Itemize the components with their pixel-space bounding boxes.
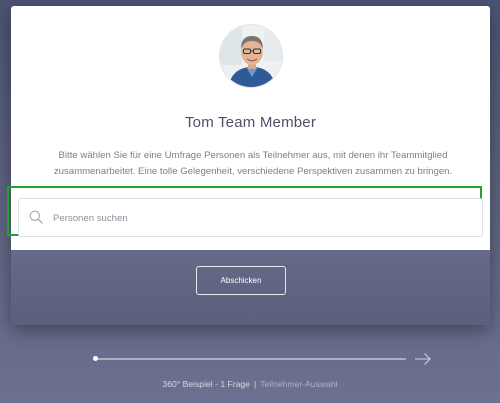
member-name: Tom Team Member bbox=[184, 114, 317, 131]
avatar-photo bbox=[220, 25, 282, 87]
current-step: Teilnehmer-Auswahl bbox=[260, 379, 338, 389]
search-input[interactable] bbox=[53, 204, 473, 232]
progress-bar bbox=[95, 358, 406, 360]
breadcrumb-separator: | bbox=[253, 379, 257, 389]
search-icon bbox=[29, 210, 43, 224]
avatar bbox=[219, 24, 283, 88]
instruction-text: Bitte wählen Sie für eine Umfrage Person… bbox=[53, 150, 453, 177]
footer-breadcrumb: 360° Beispiel - 1 Frage | Teilnehmer-Auswa… bbox=[0, 379, 500, 389]
survey-title: 360° Beispiel - 1 Frage bbox=[162, 379, 250, 389]
submit-button[interactable]: Abschicken bbox=[196, 266, 286, 295]
progress-indicator[interactable] bbox=[93, 356, 98, 361]
arrow-right-icon[interactable] bbox=[414, 352, 432, 366]
search-field[interactable] bbox=[18, 198, 483, 237]
